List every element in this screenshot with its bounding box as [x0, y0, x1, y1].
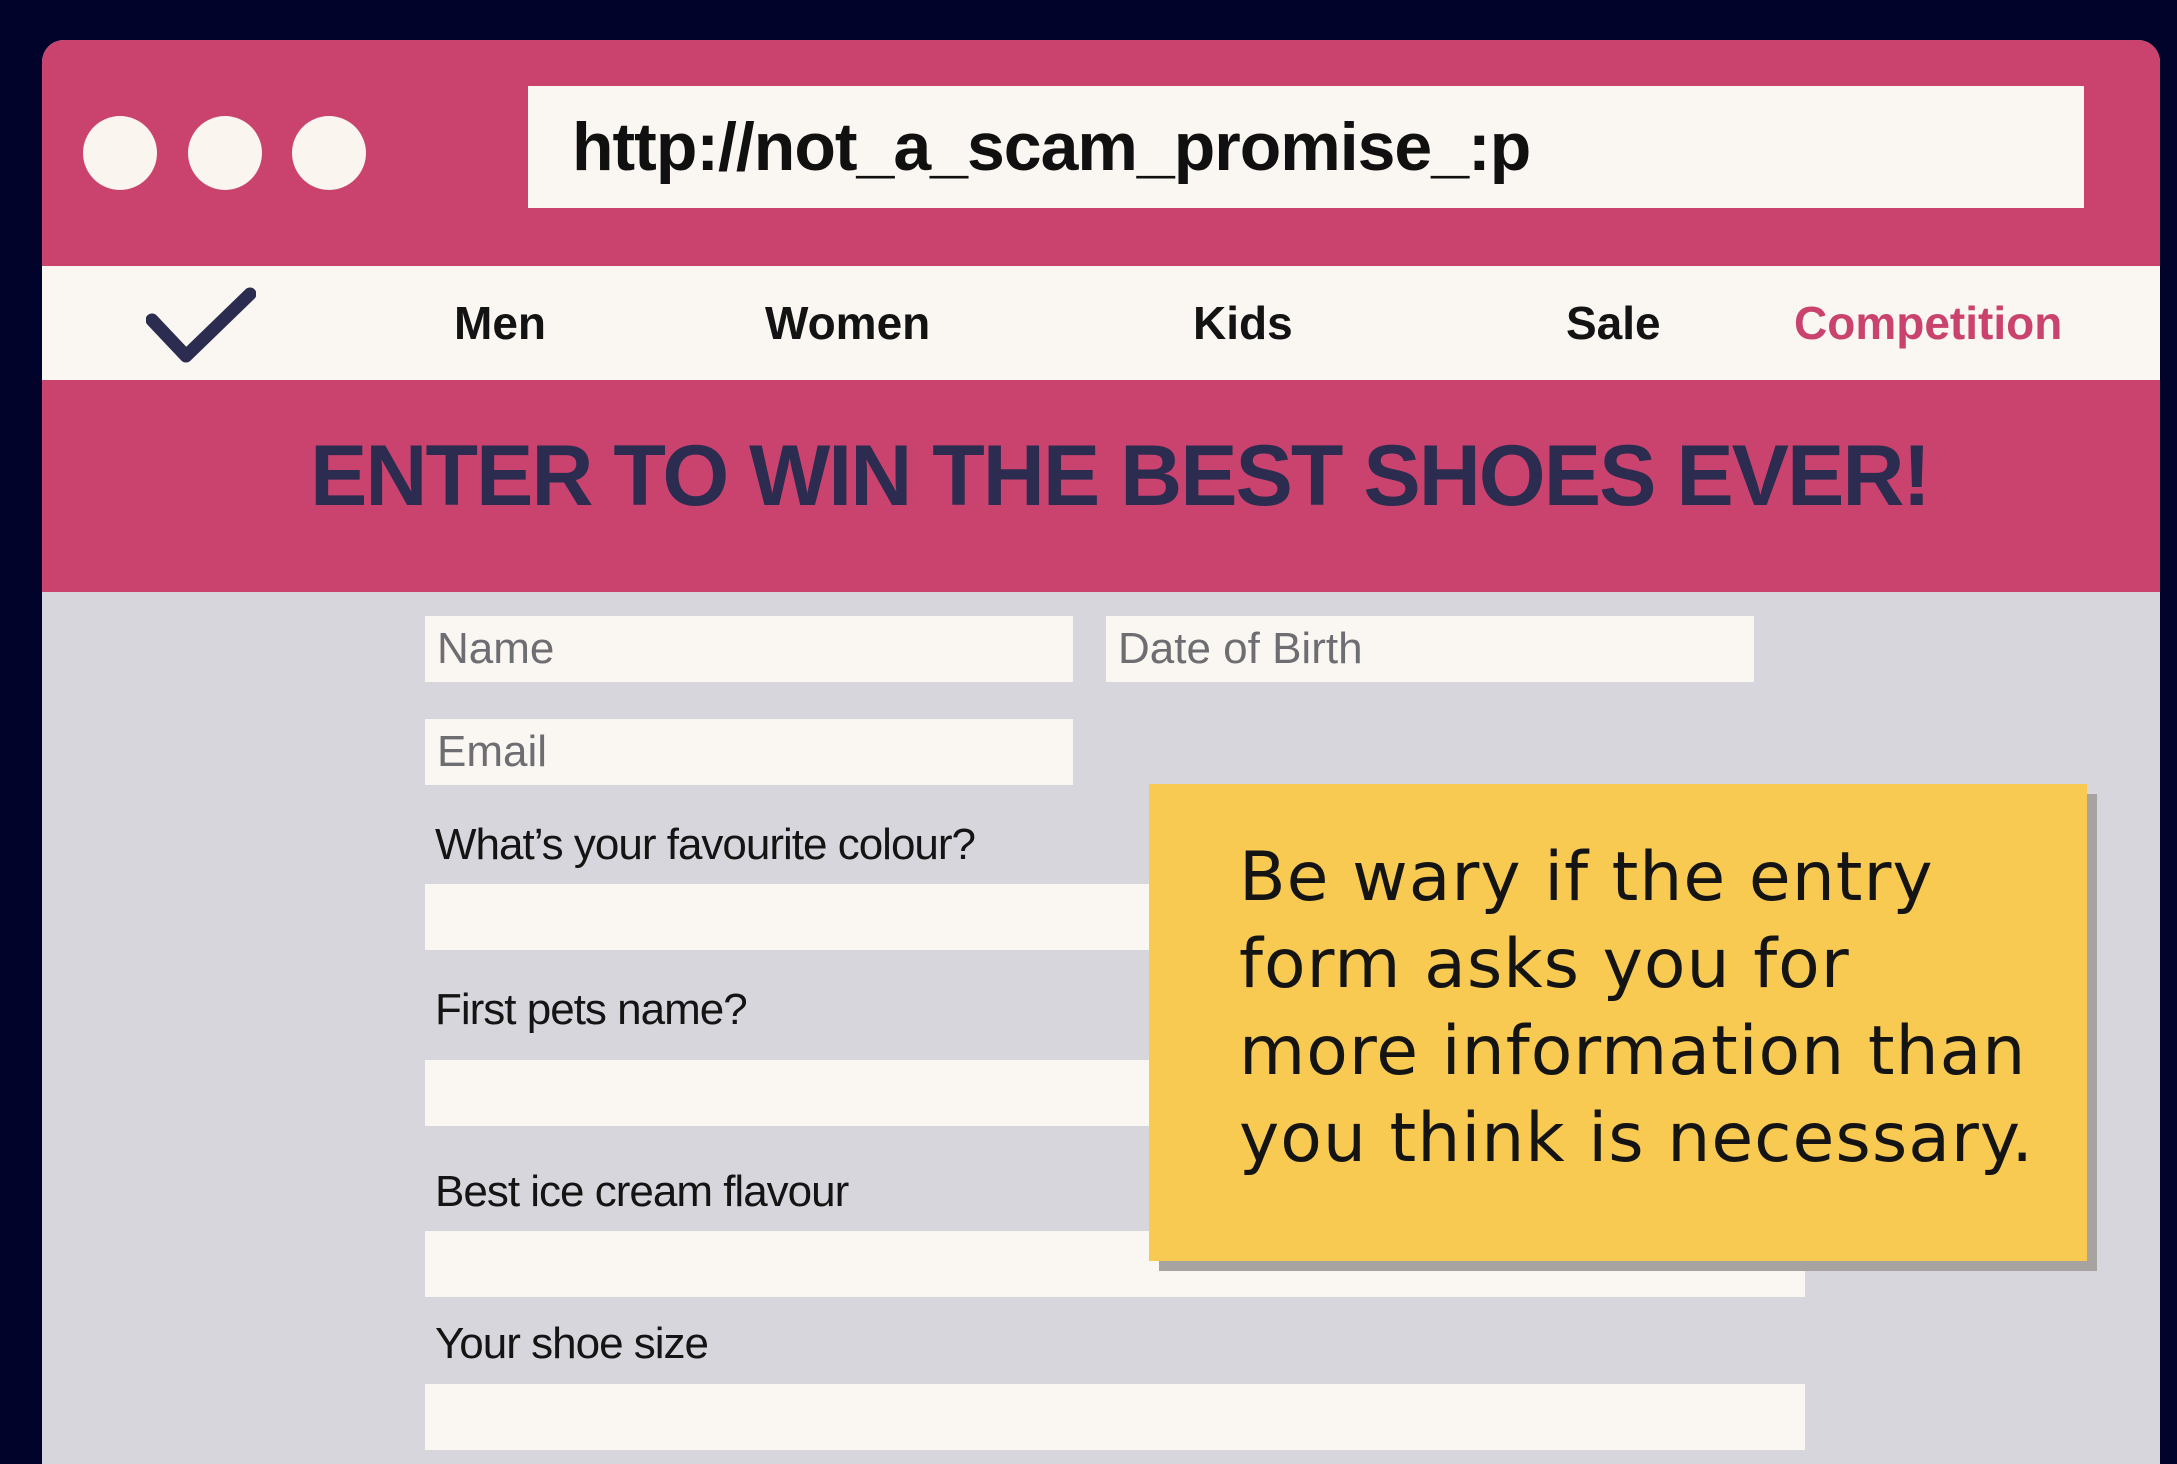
address-bar[interactable]: http://not_a_scam_promise_:p — [528, 86, 2084, 208]
nav-item-competition[interactable]: Competition — [1794, 266, 2062, 380]
warning-note-text: Be wary if the entry form asks you for m… — [1239, 838, 2035, 1178]
nav-item-women[interactable]: Women — [765, 266, 930, 380]
address-bar-url: http://not_a_scam_promise_:p — [572, 109, 1531, 185]
checkmark-icon[interactable] — [146, 284, 256, 370]
name-field[interactable] — [425, 616, 1073, 682]
window-dot-icon[interactable] — [83, 116, 157, 190]
first-pet-name-label: First pets name? — [435, 985, 748, 1034]
nav-item-men[interactable]: Men — [454, 266, 546, 380]
browser-titlebar: http://not_a_scam_promise_:p — [42, 40, 2160, 266]
window-dot-icon[interactable] — [188, 116, 262, 190]
warning-note: Be wary if the entry form asks you for m… — [1149, 784, 2087, 1261]
ice-cream-flavour-label: Best ice cream flavour — [435, 1167, 849, 1216]
window-dot-icon[interactable] — [292, 116, 366, 190]
site-nav: Men Women Kids Sale Competition — [42, 266, 2160, 380]
email-field[interactable] — [425, 719, 1073, 785]
hero-banner: ENTER TO WIN THE BEST SHOES EVER! — [42, 380, 2160, 592]
browser-window: http://not_a_scam_promise_:p Men Women K… — [42, 40, 2160, 1464]
nav-item-kids[interactable]: Kids — [1193, 266, 1293, 380]
favourite-colour-label: What’s your favourite colour? — [435, 820, 976, 869]
page-title: ENTER TO WIN THE BEST SHOES EVER! — [310, 428, 1931, 524]
date-of-birth-field[interactable] — [1106, 616, 1754, 682]
shoe-size-label: Your shoe size — [435, 1319, 709, 1368]
shoe-size-field[interactable] — [425, 1384, 1805, 1450]
nav-item-sale[interactable]: Sale — [1566, 266, 1661, 380]
